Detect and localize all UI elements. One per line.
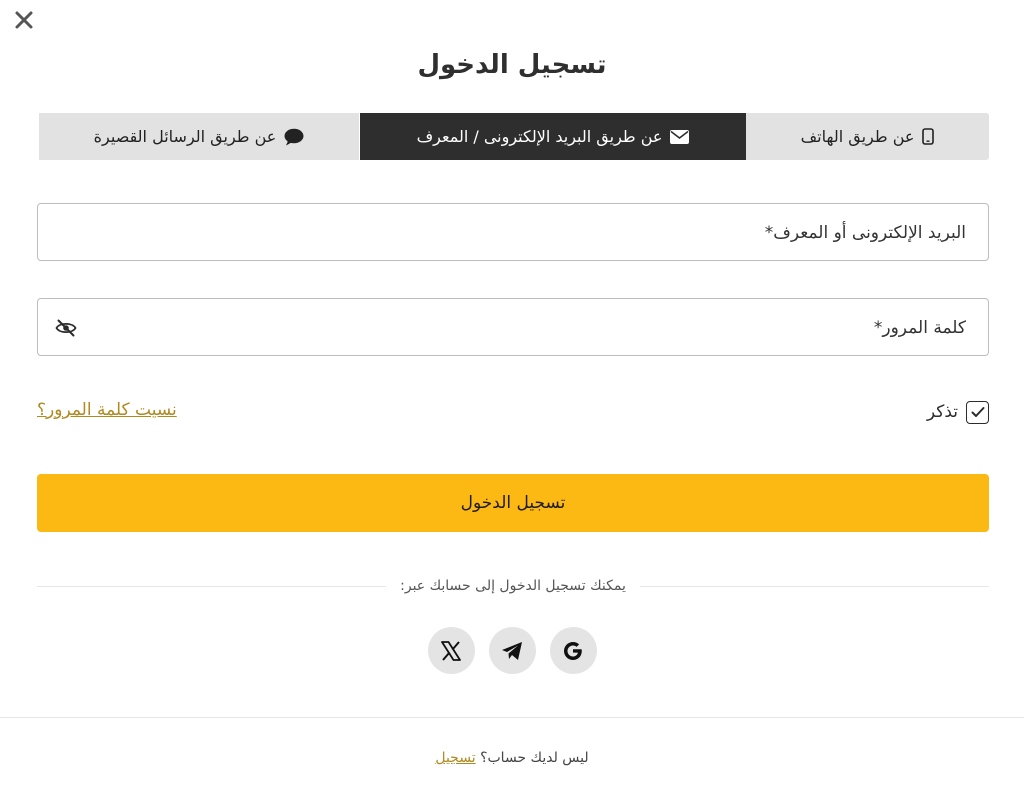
mobile-phone-icon: [922, 128, 935, 145]
tab-phone[interactable]: عن طريق الهاتف: [746, 113, 989, 160]
chat-bubble-icon: [284, 128, 304, 146]
signup-question: ليس لديك حساب؟: [480, 750, 589, 766]
telegram-icon: [502, 641, 522, 660]
tab-phone-label: عن طريق الهاتف: [800, 127, 915, 146]
password-input[interactable]: [38, 299, 988, 355]
login-modal: تسجيل الدخول عن طريق الهاتف عن طريق البر…: [0, 0, 1024, 806]
envelope-icon: [670, 129, 690, 144]
divider-line-right: [639, 585, 990, 587]
password-field[interactable]: كلمة المرور*: [37, 298, 989, 356]
register-link[interactable]: تسجيل: [435, 750, 475, 766]
close-icon[interactable]: [12, 8, 36, 32]
telegram-login-button[interactable]: [488, 627, 536, 674]
google-icon: [564, 641, 582, 660]
login-method-tabs: عن طريق الهاتف عن طريق البريد الإلكترونى…: [37, 113, 989, 160]
social-divider: يمكنك تسجيل الدخول إلى حسابك عبر:: [37, 576, 990, 596]
remember-label: تذكر: [926, 402, 958, 422]
x-logo-icon: [441, 640, 461, 661]
checkmark-icon: [971, 407, 984, 417]
x-login-button[interactable]: [427, 627, 475, 674]
signup-prompt: ليس لديك حساب؟ تسجيل: [0, 750, 1024, 766]
eye-slash-icon[interactable]: [55, 318, 77, 338]
footer-separator: [0, 717, 1024, 718]
tab-sms[interactable]: عن طريق الرسائل القصيرة: [39, 113, 360, 160]
google-login-button[interactable]: [549, 627, 597, 674]
remember-me: تذكر: [927, 399, 989, 425]
remember-checkbox[interactable]: [966, 400, 989, 424]
divider-line-left: [37, 585, 387, 587]
tab-sms-label: عن طريق الرسائل القصيرة: [93, 127, 277, 146]
login-button[interactable]: تسجيل الدخول: [37, 474, 989, 532]
social-login-buttons: [0, 627, 1024, 675]
email-input[interactable]: [38, 204, 988, 260]
forgot-password-link[interactable]: نسيت كلمة المرور؟: [37, 400, 177, 420]
social-divider-text: يمكنك تسجيل الدخول إلى حسابك عبر:: [400, 578, 626, 594]
email-field[interactable]: البريد الإلكترونى أو المعرف*: [37, 203, 989, 261]
modal-title: تسجيل الدخول: [417, 50, 607, 80]
tab-email[interactable]: عن طريق البريد الإلكترونى / المعرف: [360, 113, 746, 160]
tab-email-label: عن طريق البريد الإلكترونى / المعرف: [416, 127, 663, 146]
